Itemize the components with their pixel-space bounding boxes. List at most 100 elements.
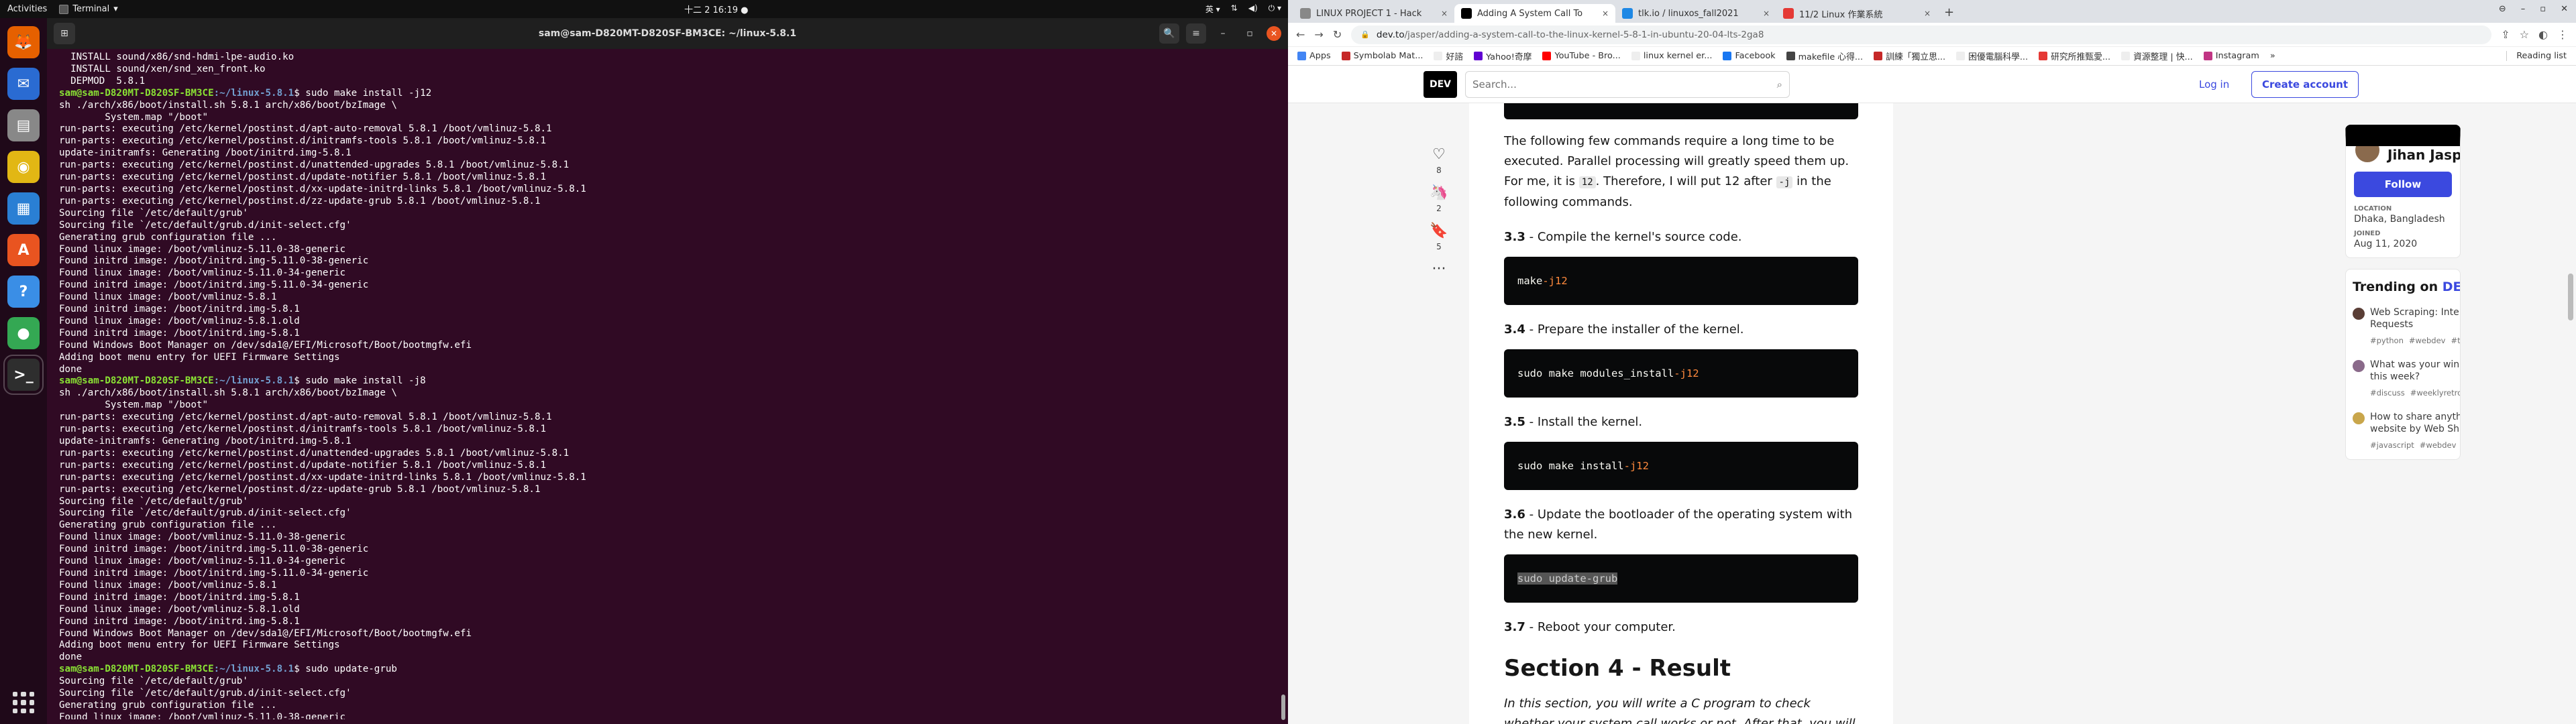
hamburger-menu-button[interactable]: ≡ [1186, 23, 1206, 44]
reload-icon[interactable]: ↻ [1333, 28, 1342, 41]
reaction-bar: ♡ 8 🦄 2 🔖 5 ··· [1422, 146, 1456, 280]
reading-list-label: Reading list [2516, 51, 2567, 61]
show-applications-icon[interactable] [13, 692, 34, 713]
avatar[interactable] [2354, 146, 2381, 164]
system-tray[interactable]: 英 ▾ ⇅ ◀) ⏻ ▾ [1205, 3, 1281, 15]
bookmark-item[interactable]: Instagram [2203, 51, 2259, 61]
reaction-bookmark[interactable]: 🔖 5 [1430, 223, 1448, 251]
bookmark-item[interactable]: Yahoo!奇摩 [1474, 50, 1532, 62]
reaction-unicorn[interactable]: 🦄 2 [1430, 184, 1448, 213]
maximize-button[interactable]: ▫ [2540, 4, 2546, 14]
bookmark-item[interactable]: 研究所推甄愛... [2039, 50, 2110, 62]
tab-close-icon[interactable]: × [1441, 9, 1448, 18]
tag-link[interactable]: #discuss [2370, 388, 2405, 398]
terminal-scrollbar[interactable] [1281, 695, 1285, 720]
tab-close-icon[interactable]: × [1763, 9, 1770, 18]
dock-software-icon[interactable]: A [7, 234, 40, 266]
tag-link[interactable]: #weeklyretro [2410, 388, 2460, 398]
create-account-button[interactable]: Create account [2251, 70, 2359, 98]
close-button[interactable]: ✕ [1267, 26, 1281, 41]
terminal-line: Adding boot menu entry for UEFI Firmware… [59, 352, 1276, 364]
bookmark-label: makefile 心得... [1798, 52, 1864, 62]
trending-item[interactable]: How to share anything from your website … [2353, 411, 2460, 451]
bookmark-item[interactable]: 資源整理 | 快... [2121, 50, 2193, 62]
result-paragraph: In this section, you will write a C prog… [1504, 697, 1856, 724]
new-tab-button[interactable]: + [1944, 5, 1954, 19]
article-body: The following few commands require a lon… [1469, 103, 1893, 724]
back-arrow-icon[interactable]: ← [1296, 28, 1305, 41]
star-icon[interactable]: ☆ [2520, 28, 2529, 41]
code-block[interactable]: sudo make install -j12 [1504, 442, 1858, 490]
dock-files-icon[interactable]: ▤ [7, 109, 40, 141]
new-tab-button[interactable]: ⊞ [54, 23, 75, 44]
tag-link[interactable]: #webdev [2420, 440, 2457, 450]
tag-link[interactable]: #webdev [2409, 336, 2446, 345]
trending-item-title[interactable]: Web Scraping: Intercepting XHR Requests [2370, 306, 2460, 330]
terminal-output[interactable]: INSTALL sound/x86/snd-hdmi-lpe-audio.ko … [47, 49, 1288, 719]
login-link[interactable]: Log in [2191, 73, 2237, 96]
trending-item[interactable]: Web Scraping: Intercepting XHR Requests #… [2353, 306, 2460, 347]
reaction-heart[interactable]: ♡ 8 [1432, 146, 1446, 175]
activities-button[interactable]: Activities [0, 4, 54, 14]
joined-label: Joined [2354, 230, 2381, 237]
address-bar[interactable]: 🔒 dev.to/jasper/adding-a-system-call-to-… [1351, 25, 2492, 44]
code-block[interactable]: sudo make modules_install -j12 [1504, 349, 1858, 398]
tab-search-button[interactable]: ⊖ [2499, 4, 2506, 14]
terminal-line: run-parts: executing /etc/kernel/postins… [59, 424, 1276, 436]
tab-close-icon[interactable]: × [1924, 9, 1931, 18]
trending-item-title[interactable]: How to share anything from your website … [2370, 411, 2460, 435]
browser-tab[interactable]: Adding A System Call To × [1454, 4, 1615, 23]
devto-logo[interactable]: DEV [1424, 70, 1457, 98]
author-name[interactable]: Jihan Jasper Al-rashid [2387, 147, 2460, 163]
dock-firefox-icon[interactable]: 🦊 [7, 26, 40, 58]
tab-close-icon[interactable]: × [1602, 9, 1609, 18]
minimize-button[interactable]: – [1213, 23, 1233, 44]
tag-link[interactable]: #python [2370, 336, 2404, 345]
bookmark-item[interactable]: makefile 心得... [1786, 50, 1864, 62]
bookmark-item[interactable]: Symbolab Mat... [1341, 51, 1423, 61]
forward-arrow-icon[interactable]: → [1314, 28, 1323, 41]
dock-thunderbird-icon[interactable]: ✉ [7, 68, 40, 100]
bookmark-item[interactable]: Facebook [1723, 51, 1776, 61]
profile-icon[interactable]: ◐ [2538, 28, 2548, 41]
code-block[interactable]: sudo update-grub [1504, 554, 1858, 603]
dock-writer-icon[interactable]: ▦ [7, 192, 40, 225]
bookmark-item[interactable]: 好諮 [1434, 50, 1463, 62]
tag-link[interactable]: #javascript [2370, 440, 2414, 450]
maximize-button[interactable]: ▫ [1240, 23, 1260, 44]
lock-icon[interactable]: 🔒 [1360, 30, 1370, 39]
dock-terminal-icon[interactable]: >_ [3, 355, 44, 395]
reading-list-button[interactable]: Reading list [2506, 51, 2567, 61]
kebab-menu-icon[interactable]: ⋮ [2557, 28, 2568, 41]
community-link[interactable]: DEV Community [2443, 280, 2460, 294]
browser-tab[interactable]: 11/2 Linux 作業系統 × [1776, 4, 1937, 23]
bookmark-item[interactable]: 困優電腦科學... [1956, 50, 2028, 62]
tag-link[interactable]: #tutorial [2451, 336, 2460, 345]
clock[interactable]: 十二 2 16:19 ● [684, 3, 748, 15]
reaction-more[interactable]: ··· [1432, 261, 1446, 280]
more-bookmarks-icon[interactable]: » [2270, 51, 2275, 61]
bookmark-item[interactable]: linux kernel er... [1631, 51, 1712, 61]
bookmark-item[interactable]: Apps [1297, 51, 1331, 61]
search-input[interactable]: Search... ⌕ [1465, 70, 1790, 98]
terminal-line: run-parts: executing /etc/kernel/postins… [59, 172, 1276, 184]
page-scrollbar[interactable] [2568, 274, 2573, 320]
browser-tab[interactable]: tlk.io / linuxos_fall2021 × [1615, 4, 1776, 23]
terminal-line-text: run-parts: executing /etc/kernel/postins… [59, 195, 541, 206]
close-button[interactable]: ✕ [2561, 4, 2568, 14]
trending-item-title[interactable]: What was your win this week? [2370, 359, 2460, 383]
dock-rhythmbox-icon[interactable]: ◉ [7, 151, 40, 183]
trending-item[interactable]: What was your win this week? #discuss #wee… [2353, 359, 2460, 399]
search-button[interactable]: 🔍 [1159, 23, 1179, 44]
dock-help-icon[interactable]: ? [7, 276, 40, 308]
bookmark-item[interactable]: YouTube - Bro... [1542, 51, 1621, 61]
input-method-indicator[interactable]: 英 ▾ [1205, 3, 1220, 15]
bookmark-item[interactable]: 訓練「獨立思... [1874, 50, 1945, 62]
share-icon[interactable]: ⇪ [2501, 28, 2510, 41]
app-menu[interactable]: Terminal ▾ [59, 4, 118, 14]
browser-tab[interactable]: LINUX PROJECT 1 - Hack × [1293, 4, 1454, 23]
code-block[interactable]: make -j12 [1504, 257, 1858, 305]
minimize-button[interactable]: – [2521, 4, 2526, 14]
dock-chrome-icon[interactable]: ● [7, 317, 40, 349]
follow-button[interactable]: Follow [2354, 172, 2452, 197]
